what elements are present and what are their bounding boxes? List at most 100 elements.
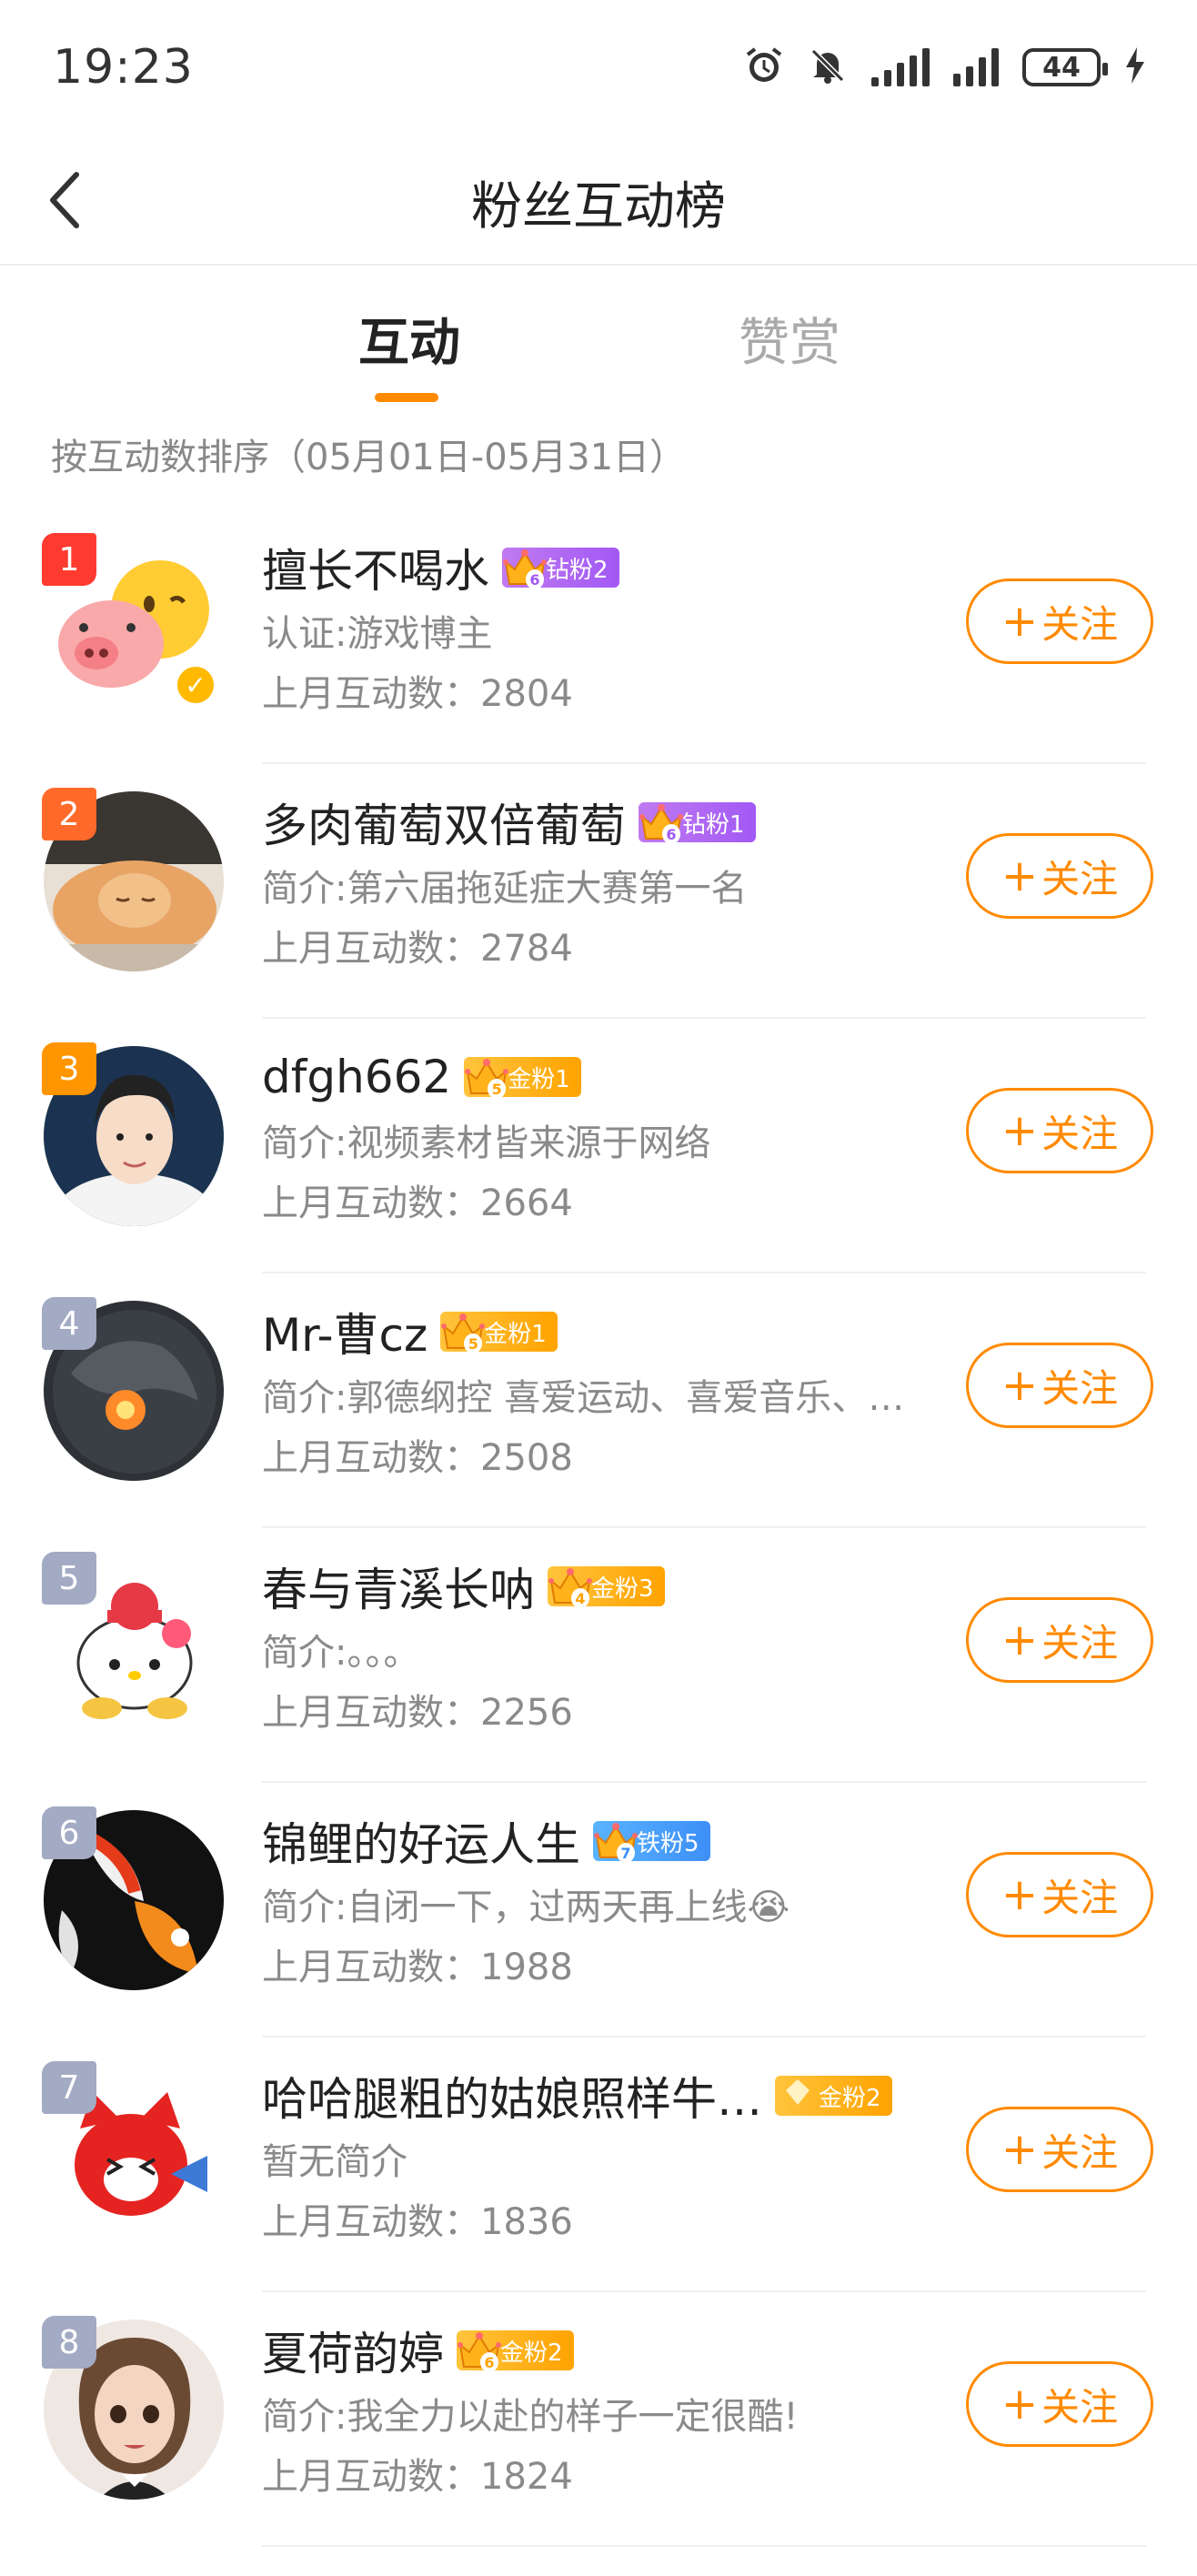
fan-row[interactable]: 5 春与青溪长呐 4 金粉3 简介:。。。 上月互动数：2256 + 关注: [0, 1528, 1197, 1783]
battery-icon: 44: [1022, 48, 1108, 86]
tab-interaction[interactable]: 互动: [358, 302, 460, 376]
tab-reward[interactable]: 赞赏: [739, 302, 840, 376]
rank-badge: 1: [42, 533, 96, 586]
interaction-count: 上月互动数：2256: [262, 1683, 573, 1736]
fan-row[interactable]: 2 多肉葡萄双倍葡萄 6 钻粉1 简介:第六届拖延症大赛第一名 上月互动数：27…: [0, 764, 1197, 1019]
fan-description: 简介:自闭一下，过两天再上线😭: [262, 1887, 790, 1928]
fan-row[interactable]: 6 锦鲤的好运人生 7 铁粉5 简介:自闭一下，过两天再上线😭 上月互动数：19…: [0, 1783, 1197, 2038]
interaction-count-value: 2508: [480, 1437, 573, 1479]
alarm-icon: [744, 45, 784, 89]
mute-bell-icon: [808, 45, 848, 89]
fan-description: 简介:第六届拖延症大赛第一名: [262, 868, 748, 910]
fan-level-badge: 5 金粉1: [464, 1057, 581, 1099]
fan-level-badge: 6 钻粉1: [639, 802, 756, 844]
follow-button[interactable]: + 关注: [966, 833, 1153, 919]
page-title: 粉丝互动榜: [471, 177, 726, 236]
interaction-count-value: 2256: [480, 1692, 573, 1734]
fan-level-badge: 6 钻粉2: [502, 548, 619, 589]
fan-row[interactable]: 3 dfgh662 5 金粉1 简介:视频素材皆来源于网络 上月互动数：2664…: [0, 1019, 1197, 1273]
interaction-count-value: 1836: [480, 2201, 573, 2243]
name-line: dfgh662 5 金粉1: [262, 1046, 581, 1108]
fan-row[interactable]: 1 ✓ 擅长不喝水 6 钻粉2 认证:游戏博主 上月互动数：2804 + 关注: [0, 509, 1197, 764]
follow-button[interactable]: + 关注: [966, 2107, 1153, 2192]
plus-icon: +: [1001, 2379, 1039, 2430]
fan-description: 简介:视频素材皆来源于网络: [262, 1122, 711, 1164]
tab-indicator: [375, 393, 438, 402]
interaction-count: 上月互动数：2508: [262, 1428, 573, 1481]
name-line: 多肉葡萄双倍葡萄 6 钻粉1: [262, 791, 756, 853]
fan-name[interactable]: 哈哈腿粗的姑娘照样牛…: [262, 2063, 762, 2128]
fan-row[interactable]: 4 Mr-曹cz 5 金粉1 简介:郭德纲控 喜爱运动、喜爱音乐、… 上月互动数…: [0, 1273, 1197, 1528]
plus-icon: +: [1001, 1360, 1039, 1411]
follow-button-label: 关注: [1041, 601, 1119, 647]
fan-description: 暂无简介: [262, 2141, 407, 2183]
interaction-count-label: 上月互动数：: [262, 2201, 480, 2243]
status-icons: 44: [744, 45, 1146, 89]
charging-icon: [1124, 45, 1146, 89]
follow-button[interactable]: + 关注: [966, 579, 1153, 664]
interaction-count: 上月互动数：2784: [262, 919, 573, 971]
name-line: 锦鲤的好运人生 7 铁粉5: [262, 1810, 710, 1872]
fan-badge-label: 钻粉1: [682, 810, 745, 839]
fan-level-badge: 5 金粉1: [440, 1312, 558, 1353]
interaction-count: 上月互动数：2664: [262, 1173, 573, 1226]
rank-badge: 8: [42, 2316, 96, 2369]
fan-name[interactable]: 锦鲤的好运人生: [262, 1808, 580, 1874]
fan-badge-level: 6: [662, 824, 680, 844]
fan-badge-label: 钻粉2: [546, 556, 609, 584]
follow-button-label: 关注: [1041, 1365, 1119, 1411]
fan-badge-level: 6: [480, 2352, 498, 2372]
interaction-count-label: 上月互动数：: [262, 1692, 480, 1734]
follow-button[interactable]: + 关注: [966, 1343, 1153, 1428]
fan-badge-icon: [786, 2079, 810, 2105]
name-line: Mr-曹cz 5 金粉1: [262, 1301, 558, 1363]
rank-badge: 5: [42, 1552, 96, 1605]
fan-badge-label: 金粉2: [500, 2339, 563, 2367]
fan-description: 简介:郭德纲控 喜爱运动、喜爱音乐、…: [262, 1377, 905, 1419]
fan-badge-label: 金粉2: [819, 2084, 881, 2112]
tab-bar: 互动 赞赏: [0, 266, 1197, 411]
sort-label: 按互动数排序（05月01日-05月31日）: [51, 437, 687, 478]
signal-icon-2: [953, 48, 999, 86]
interaction-count: 上月互动数：1836: [262, 2192, 573, 2245]
follow-button[interactable]: + 关注: [966, 2361, 1153, 2447]
fan-list: 1 ✓ 擅长不喝水 6 钻粉2 认证:游戏博主 上月互动数：2804 + 关注 2…: [0, 509, 1197, 2547]
status-bar: 19:23 44: [0, 0, 1197, 136]
fan-description: 简介:。。。: [262, 1632, 420, 1674]
fan-row[interactable]: 7 哈哈腿粗的姑娘照样牛… 金粉2 暂无简介 上月互动数：1836 + 关注: [0, 2038, 1197, 2292]
status-time: 19:23: [53, 40, 194, 95]
interaction-count-label: 上月互动数：: [262, 928, 480, 970]
interaction-count: 上月互动数：1988: [262, 1937, 573, 1990]
plus-icon: +: [1001, 1615, 1039, 1665]
rank-badge: 4: [42, 1297, 96, 1350]
follow-button-label: 关注: [1041, 2384, 1119, 2430]
name-line: 夏荷韵婷 6 金粉2: [262, 2319, 574, 2381]
follow-button-label: 关注: [1041, 1620, 1119, 1665]
fan-row[interactable]: 8 夏荷韵婷 6 金粉2 简介:我全力以赴的样子一定很酷! 上月互动数：1824…: [0, 2292, 1197, 2547]
fan-name[interactable]: 夏荷韵婷: [262, 2318, 444, 2383]
fan-name[interactable]: dfgh662: [262, 1051, 451, 1103]
interaction-count-value: 2664: [480, 1182, 573, 1224]
interaction-count-value: 2804: [480, 673, 573, 715]
interaction-count-label: 上月互动数：: [262, 673, 480, 715]
fan-description: 简介:我全力以赴的样子一定很酷!: [262, 2396, 799, 2438]
interaction-count-value: 1824: [480, 2456, 573, 2498]
fan-level-badge: 6 金粉2: [457, 2330, 574, 2372]
fan-name[interactable]: Mr-曹cz: [262, 1299, 428, 1364]
fan-name[interactable]: 多肉葡萄双倍葡萄: [262, 790, 626, 855]
name-line: 擅长不喝水 6 钻粉2: [262, 537, 619, 599]
interaction-count-label: 上月互动数：: [262, 2456, 480, 2498]
nav-bar: 粉丝互动榜: [0, 136, 1197, 266]
rank-badge: 2: [42, 788, 96, 840]
fan-name[interactable]: 擅长不喝水: [262, 535, 489, 600]
fan-badge-label: 铁粉5: [637, 1829, 699, 1857]
fan-name[interactable]: 春与青溪长呐: [262, 1554, 535, 1619]
verified-icon: ✓: [173, 662, 218, 708]
plus-icon: +: [1001, 1869, 1039, 1920]
rank-badge: 6: [42, 1806, 96, 1859]
follow-button[interactable]: + 关注: [966, 1852, 1153, 1937]
follow-button[interactable]: + 关注: [966, 1088, 1153, 1173]
fan-badge-level: 6: [526, 569, 544, 589]
follow-button-label: 关注: [1041, 1111, 1119, 1156]
follow-button[interactable]: + 关注: [966, 1597, 1153, 1683]
